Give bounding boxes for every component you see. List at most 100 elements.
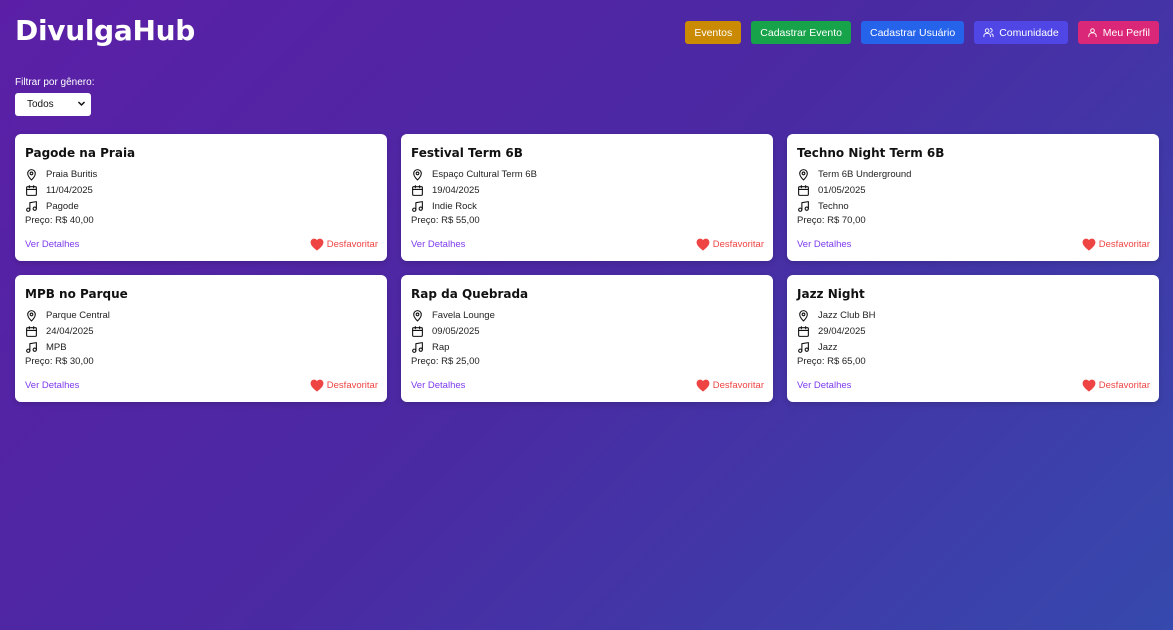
event-title: Festival Term 6B (411, 146, 523, 160)
calendar-icon (26, 325, 37, 337)
music-icon (26, 200, 37, 212)
nav-cadastrar-usuario-button[interactable]: Cadastrar Usuário (860, 21, 965, 44)
nav-eventos-label: Eventos (694, 26, 733, 39)
heart-icon (1082, 379, 1096, 392)
unfavorite-button[interactable]: Desfavoritar (1082, 379, 1150, 392)
unfavorite-label: Desfavoritar (712, 380, 764, 391)
event-title: Techno Night Term 6B (797, 146, 945, 160)
event-genre: MPB (46, 341, 67, 353)
chevron-down-icon (78, 101, 85, 106)
map-pin-icon (799, 309, 808, 321)
event-genre-row: Indie Rock (411, 198, 763, 214)
event-date: 19/04/2025 (432, 184, 480, 196)
event-title: Pagode na Praia (25, 146, 136, 160)
music-icon (412, 341, 423, 353)
music-icon (798, 200, 809, 212)
heart-icon (696, 379, 710, 392)
event-title: Rap da Quebrada (411, 287, 529, 301)
view-details-link[interactable]: Ver Detalhes (25, 239, 79, 250)
event-location: Parque Central (46, 309, 110, 321)
event-price: Preço: R$ 70,00 (797, 215, 866, 226)
calendar-icon (798, 325, 809, 337)
unfavorite-button[interactable]: Desfavoritar (1082, 238, 1150, 251)
event-location: Praia Buritis (46, 168, 98, 180)
view-details-link[interactable]: Ver Detalhes (411, 239, 465, 250)
nav-meu-perfil-button[interactable]: Meu Perfil (1077, 21, 1159, 44)
calendar-icon (412, 325, 423, 337)
event-genre: Indie Rock (432, 200, 477, 212)
event-price: Preço: R$ 25,00 (411, 356, 480, 367)
unfavorite-button[interactable]: Desfavoritar (310, 238, 378, 251)
view-details-link[interactable]: Ver Detalhes (411, 380, 465, 391)
event-date-row: 11/04/2025 (25, 182, 377, 198)
event-date: 29/04/2025 (818, 325, 866, 337)
music-icon (26, 341, 37, 353)
view-details-link[interactable]: Ver Detalhes (25, 380, 79, 391)
top-nav: Eventos Cadastrar Evento Cadastrar Usuár… (685, 21, 1159, 44)
genre-filter-value: Todos (27, 99, 54, 110)
event-date-row: 24/04/2025 (25, 323, 377, 339)
event-location-row: Favela Lounge (411, 307, 763, 323)
unfavorite-button[interactable]: Desfavoritar (310, 379, 378, 392)
event-location: Jazz Club BH (818, 309, 876, 321)
event-grid: Pagode na Praia Praia Buritis 11/04/2025… (15, 134, 1159, 402)
event-date: 09/05/2025 (432, 325, 480, 337)
event-genre-row: MPB (25, 339, 377, 355)
heart-icon (310, 238, 324, 251)
nav-cadastrar-evento-label: Cadastrar Evento (760, 26, 842, 39)
event-card: Jazz Night Jazz Club BH 29/04/2025 Jazz … (787, 275, 1159, 402)
event-genre: Pagode (46, 200, 79, 212)
nav-eventos-button[interactable]: Eventos (685, 21, 742, 44)
event-date-row: 29/04/2025 (797, 323, 1149, 339)
heart-icon (696, 238, 710, 251)
event-price: Preço: R$ 30,00 (25, 356, 94, 367)
nav-cadastrar-usuario-label: Cadastrar Usuário (869, 26, 956, 39)
nav-cadastrar-evento-button[interactable]: Cadastrar Evento (751, 21, 851, 44)
event-date-row: 19/04/2025 (411, 182, 763, 198)
event-genre-row: Jazz (797, 339, 1149, 355)
event-title: MPB no Parque (25, 287, 128, 301)
event-card: Festival Term 6B Espaço Cultural Term 6B… (401, 134, 773, 261)
calendar-icon (412, 184, 423, 196)
event-card: Rap da Quebrada Favela Lounge 09/05/2025… (401, 275, 773, 402)
event-price: Preço: R$ 65,00 (797, 356, 866, 367)
unfavorite-button[interactable]: Desfavoritar (696, 238, 764, 251)
event-card: MPB no Parque Parque Central 24/04/2025 … (15, 275, 387, 402)
view-details-link[interactable]: Ver Detalhes (797, 239, 851, 250)
event-genre-row: Techno (797, 198, 1149, 214)
view-details-link[interactable]: Ver Detalhes (797, 380, 851, 391)
event-location-row: Term 6B Underground (797, 166, 1149, 182)
nav-comunidade-button[interactable]: Comunidade (974, 21, 1068, 44)
event-date: 24/04/2025 (46, 325, 94, 337)
unfavorite-label: Desfavoritar (326, 380, 378, 391)
event-date: 01/05/2025 (818, 184, 866, 196)
unfavorite-button[interactable]: Desfavoritar (696, 379, 764, 392)
event-genre: Rap (432, 341, 450, 353)
genre-filter-label: Filtrar por gênero: (15, 77, 95, 88)
event-location-row: Jazz Club BH (797, 307, 1149, 323)
unfavorite-label: Desfavoritar (712, 239, 764, 250)
music-icon (412, 200, 423, 212)
user-icon (1088, 28, 1097, 38)
event-card: Techno Night Term 6B Term 6B Underground… (787, 134, 1159, 261)
event-genre: Jazz (818, 341, 838, 353)
map-pin-icon (27, 168, 36, 180)
event-genre: Techno (818, 200, 849, 212)
map-pin-icon (27, 309, 36, 321)
map-pin-icon (413, 168, 422, 180)
map-pin-icon (799, 168, 808, 180)
nav-meu-perfil-label: Meu Perfil (1102, 26, 1150, 39)
music-icon (798, 341, 809, 353)
genre-filter-select[interactable]: Todos (15, 93, 91, 116)
nav-comunidade-label: Comunidade (999, 26, 1059, 39)
event-location: Favela Lounge (432, 309, 495, 321)
event-location: Espaço Cultural Term 6B (432, 168, 537, 180)
unfavorite-label: Desfavoritar (326, 239, 378, 250)
unfavorite-label: Desfavoritar (1098, 239, 1150, 250)
calendar-icon (26, 184, 37, 196)
event-location-row: Parque Central (25, 307, 377, 323)
app-logo[interactable]: DivulgaHub (15, 14, 195, 47)
heart-icon (1082, 238, 1096, 251)
event-date: 11/04/2025 (46, 184, 93, 196)
event-title: Jazz Night (797, 287, 865, 301)
